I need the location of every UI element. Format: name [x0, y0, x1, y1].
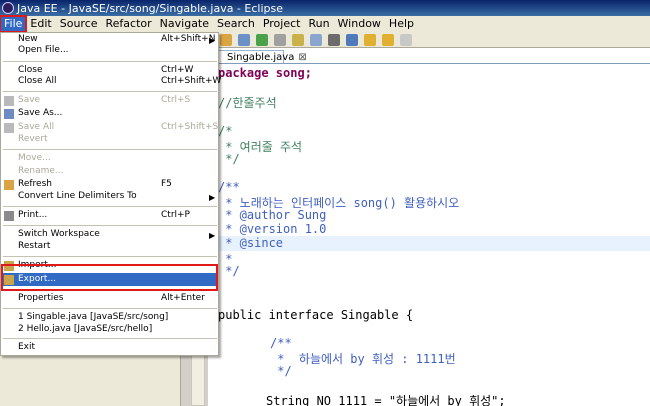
menu-separator — [3, 61, 217, 62]
save-as-icon — [4, 109, 14, 119]
save-icon — [4, 96, 14, 106]
menu-item-revert-label: Revert — [18, 134, 48, 144]
menu-file[interactable]: File — [0, 15, 28, 33]
menu-project[interactable]: Project — [259, 16, 305, 32]
code-package: package song; — [218, 66, 312, 80]
menu-item-move[interactable]: Move... — [2, 152, 218, 165]
menu-item-convert-line-delimiters[interactable]: Convert Line Delimiters To ▶ — [2, 190, 218, 203]
menu-item-close-all-label: Close All — [18, 76, 57, 86]
menu-item-recent-2[interactable]: 2 Hello.java [JavaSE/src/hello] — [2, 323, 218, 336]
task-icon[interactable] — [292, 33, 304, 46]
menu-separator — [3, 225, 217, 226]
menu-item-close-all-shortcut: Ctrl+Shift+W — [161, 76, 222, 86]
search-icon[interactable] — [274, 33, 286, 46]
code-doc-author: * @author Sung — [218, 208, 327, 222]
menu-item-restart[interactable]: Restart — [2, 240, 218, 253]
menu-separator — [3, 149, 217, 150]
menu-item-print-label: Print... — [18, 210, 48, 220]
save-all-icon — [4, 123, 14, 133]
menu-item-print-shortcut: Ctrl+P — [161, 210, 190, 220]
forward-icon[interactable] — [382, 33, 394, 46]
menu-navigate[interactable]: Navigate — [156, 16, 213, 32]
menu-item-save[interactable]: Save Ctrl+S — [2, 94, 218, 107]
menu-item-properties-label: Properties — [18, 293, 64, 303]
menu-item-convert-label: Convert Line Delimiters To — [18, 191, 137, 201]
debug-icon[interactable] — [328, 33, 340, 46]
code-field-doc-open: /** — [270, 336, 292, 350]
menu-separator — [3, 308, 217, 309]
menu-separator — [3, 338, 217, 339]
code-interface-decl: public interface Singable { — [218, 308, 414, 322]
menu-item-exit-label: Exit — [18, 342, 36, 352]
tab-underline — [208, 63, 650, 64]
menu-item-save-shortcut: Ctrl+S — [161, 95, 191, 105]
menu-item-recent-2-label: 2 Hello.java [JavaSE/src/hello] — [18, 324, 153, 334]
menu-item-revert[interactable]: Revert — [2, 133, 218, 146]
file-menu-dropdown: New Alt+Shift+N ▶ Open File... Close Ctr… — [0, 32, 222, 356]
submenu-arrow-icon: ▶ — [209, 193, 216, 202]
menu-separator — [3, 91, 217, 92]
code-doc-version: * @version 1.0 — [218, 222, 327, 236]
menu-item-open-file[interactable]: Open File... — [2, 44, 218, 57]
menu-item-close-all[interactable]: Close All Ctrl+Shift+W — [2, 75, 222, 88]
code-field-doc-close: */ — [270, 364, 292, 378]
menubar: File Edit Source Refactor Navigate Searc… — [0, 15, 650, 33]
menu-window[interactable]: Window — [334, 16, 385, 32]
code-comment-close: */ — [218, 152, 240, 166]
code-field-doc-desc: * 하늘에서 by 휘성 : 1111번 — [270, 352, 456, 366]
code-comment-open: /* — [218, 124, 233, 138]
submenu-arrow-icon: ▶ — [209, 231, 216, 240]
window-title: Java EE - JavaSE/src/song/Singable.java … — [17, 1, 283, 15]
menu-item-exit[interactable]: Exit — [2, 341, 218, 354]
code-doc-close: */ — [218, 264, 240, 278]
menu-separator — [3, 206, 217, 207]
open-folder-icon[interactable] — [220, 33, 232, 46]
menu-edit[interactable]: Edit — [26, 16, 55, 32]
refresh-icon — [4, 180, 14, 190]
menu-item-rename-label: Rename... — [18, 166, 64, 176]
code-field: String NO_1111 = "하늘에서 by 휘성"; — [266, 394, 506, 406]
back-icon[interactable] — [364, 33, 376, 46]
menu-item-open-file-label: Open File... — [18, 45, 69, 55]
code-line-comment: //한줄주석 — [218, 96, 277, 110]
menu-item-properties-shortcut: Alt+Enter — [161, 293, 205, 303]
menu-refactor[interactable]: Refactor — [102, 16, 156, 32]
highlight-box — [1, 264, 218, 291]
menu-item-save-label: Save — [18, 95, 41, 105]
menu-source[interactable]: Source — [56, 16, 102, 32]
build-icon[interactable] — [238, 33, 250, 46]
code-doc-since: * @since — [218, 236, 284, 250]
menu-item-rename[interactable]: Rename... — [2, 165, 218, 178]
menu-help[interactable]: Help — [385, 16, 418, 32]
menu-item-restart-label: Restart — [18, 241, 51, 251]
menu-item-save-as[interactable]: Save As... — [2, 107, 218, 120]
eclipse-icon — [2, 2, 14, 14]
close-icon[interactable]: ⊠ — [298, 52, 306, 63]
editor-tab-label: Singable.java — [227, 52, 295, 63]
run-icon[interactable] — [256, 33, 268, 46]
nav-icon[interactable] — [400, 33, 412, 46]
menu-search[interactable]: Search — [213, 16, 259, 32]
window-titlebar: Java EE - JavaSE/src/song/Singable.java … — [0, 0, 650, 16]
menu-item-print[interactable]: Print... Ctrl+P — [2, 209, 218, 222]
format-icon[interactable] — [310, 33, 322, 46]
menu-run[interactable]: Run — [304, 16, 333, 32]
perspective-icon[interactable] — [346, 33, 358, 46]
menu-item-save-as-label: Save As... — [18, 108, 63, 118]
menu-item-properties[interactable]: Properties Alt+Enter — [2, 292, 218, 305]
menu-separator — [3, 256, 217, 257]
menu-item-move-label: Move... — [18, 153, 51, 163]
print-icon — [4, 211, 14, 221]
editor-tab[interactable]: Singable.java ⊠ — [208, 50, 307, 64]
code-doc-open: /** — [218, 180, 240, 194]
